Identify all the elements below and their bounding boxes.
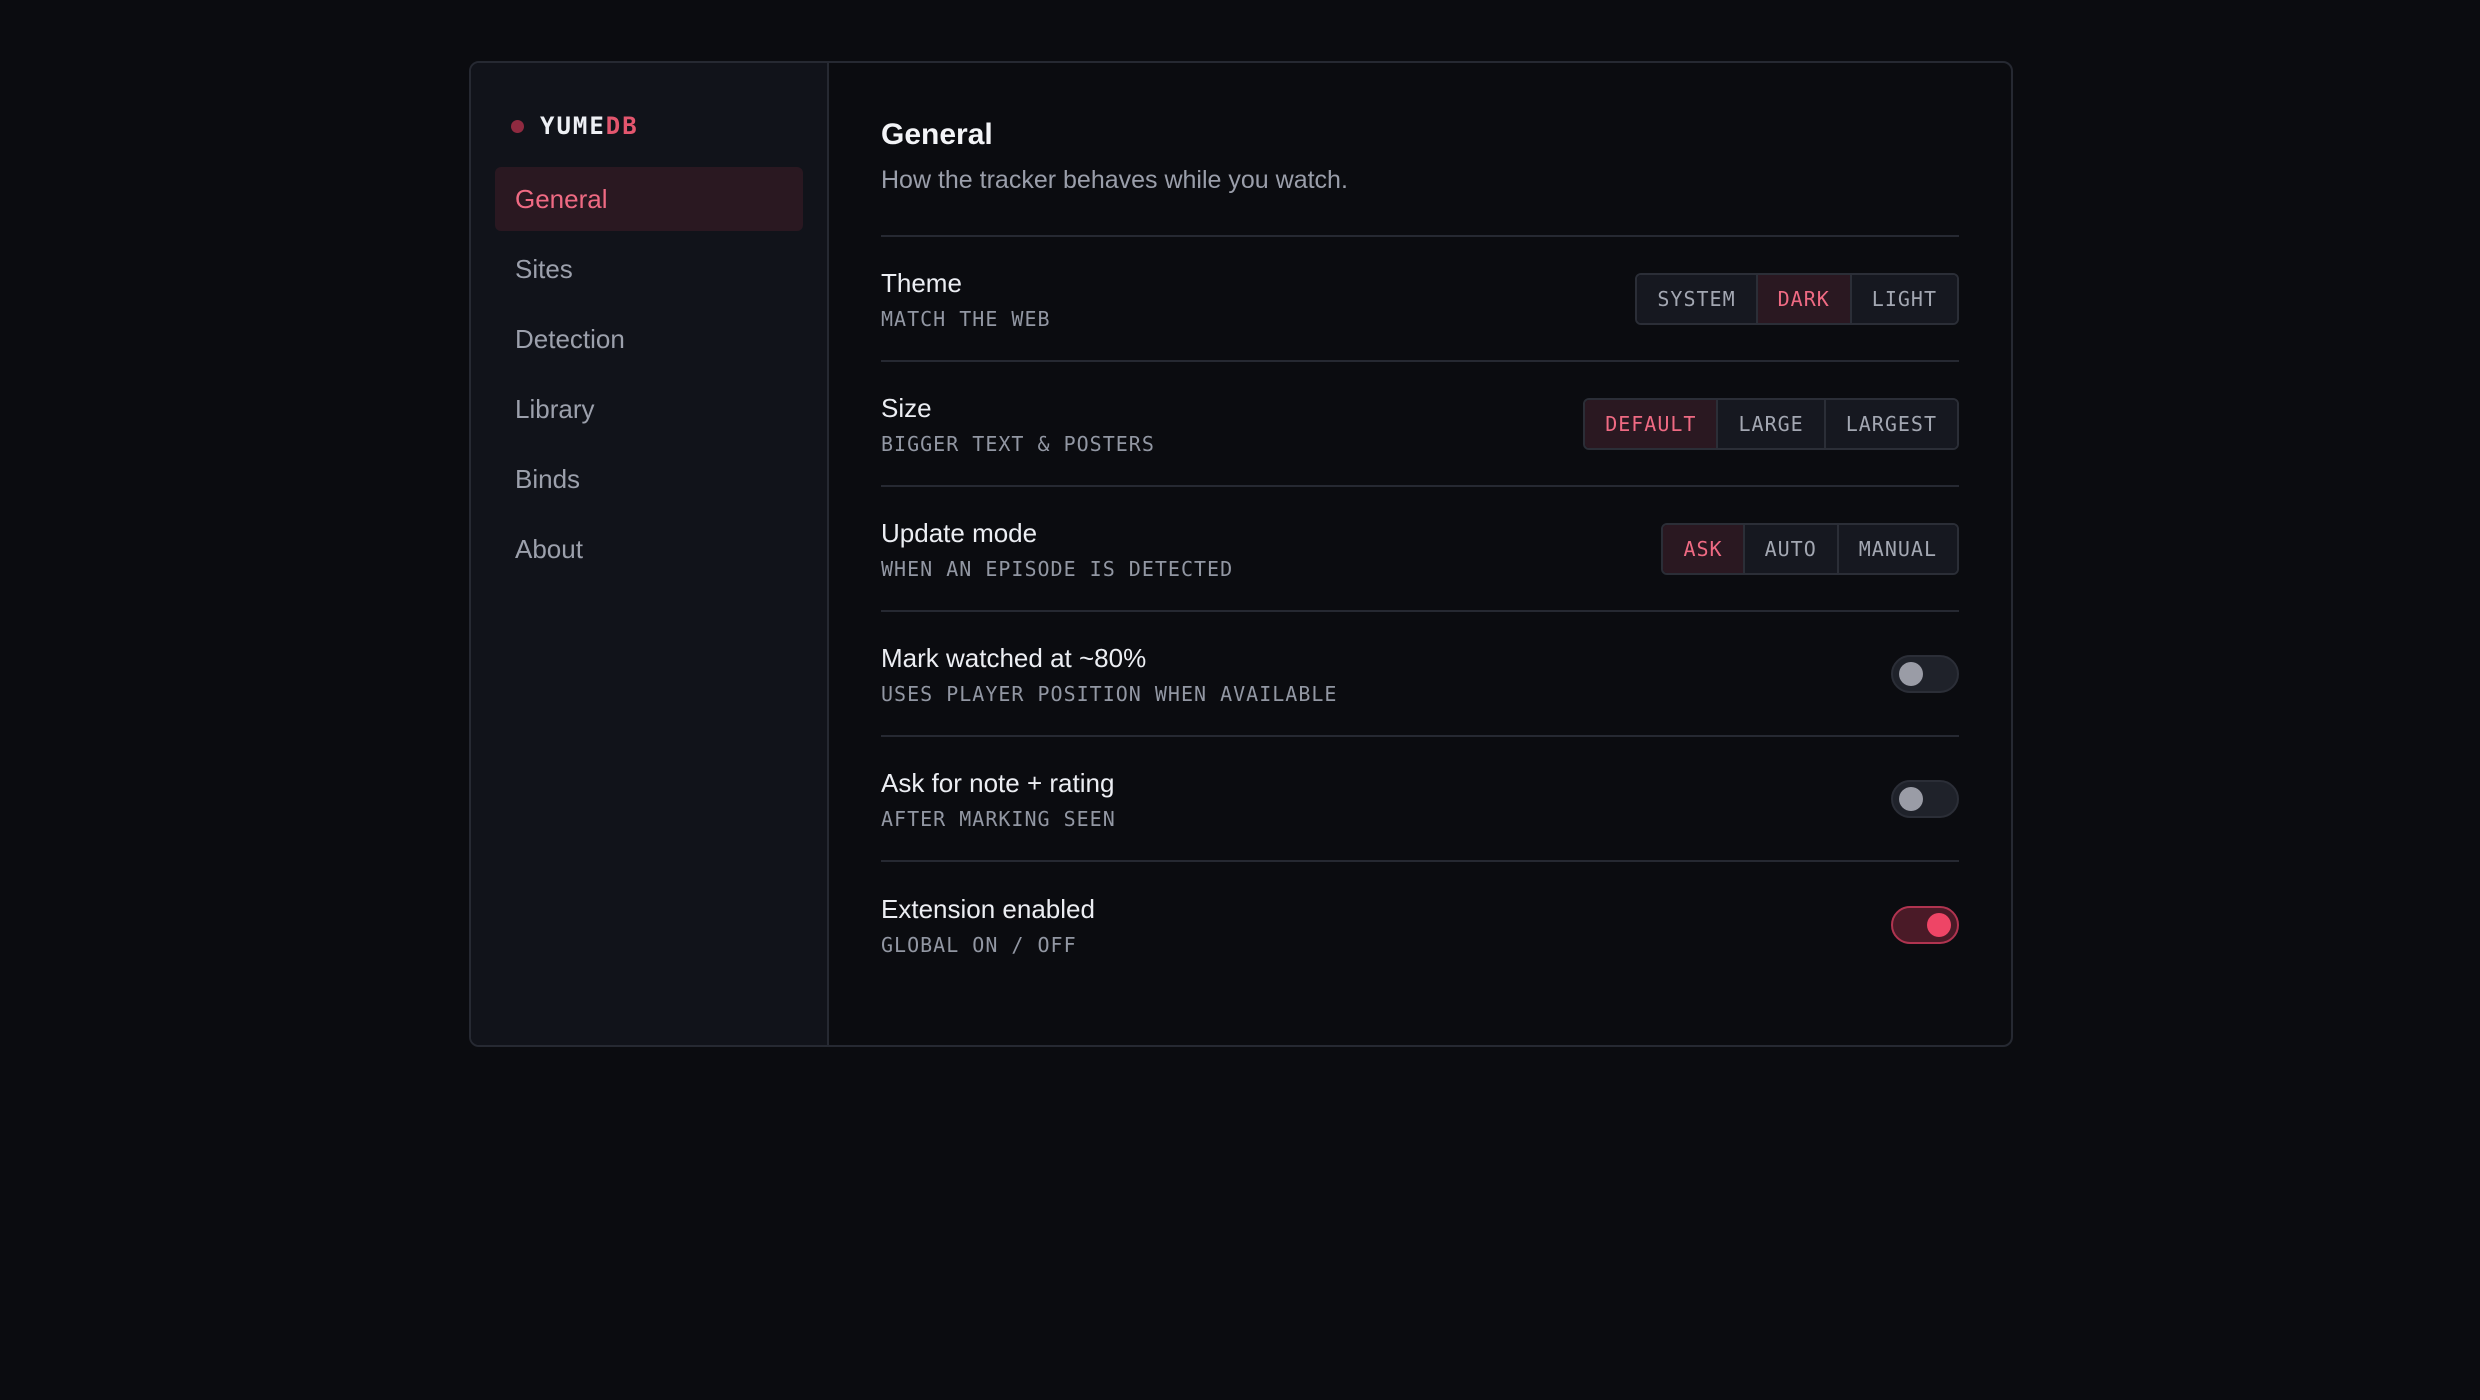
page-subtitle: How the tracker behaves while you watch. bbox=[881, 166, 1348, 194]
setting-row-theme: Theme MATCH THE WEB SYSTEM DARK LIGHT bbox=[881, 237, 1959, 362]
theme-option-system[interactable]: SYSTEM bbox=[1637, 274, 1756, 323]
setting-description: MATCH THE WEB bbox=[881, 306, 1051, 331]
sidebar-item-library[interactable]: Library bbox=[495, 377, 803, 441]
page-title: General bbox=[881, 118, 993, 151]
toggle-knob bbox=[1899, 786, 1923, 811]
size-segmented-control: DEFAULT LARGE LARGEST bbox=[1583, 397, 1959, 450]
update-mode-segmented-control: ASK AUTO MANUAL bbox=[1661, 522, 1959, 575]
toggle-knob bbox=[1927, 912, 1951, 937]
setting-row-extension-enabled: Extension enabled GLOBAL ON / OFF bbox=[881, 862, 1959, 987]
settings-panel: General How the tracker behaves while yo… bbox=[829, 63, 2011, 1045]
setting-title: Mark watched at ~80% bbox=[881, 642, 1147, 673]
size-option-largest[interactable]: LARGEST bbox=[1823, 399, 1957, 448]
extension-enabled-toggle[interactable] bbox=[1891, 905, 1959, 944]
size-option-default[interactable]: DEFAULT bbox=[1585, 399, 1717, 448]
size-option-large[interactable]: LARGE bbox=[1716, 399, 1824, 448]
sidebar-item-detection[interactable]: Detection bbox=[495, 307, 803, 371]
brand-name-accent: DB bbox=[605, 112, 639, 140]
update-mode-option-ask[interactable]: ASK bbox=[1663, 524, 1743, 573]
mark-watched-toggle[interactable] bbox=[1891, 654, 1959, 693]
setting-title: Theme bbox=[881, 267, 962, 298]
setting-row-update-mode: Update mode WHEN AN EPISODE IS DETECTED … bbox=[881, 487, 1959, 612]
setting-row-size: Size BIGGER TEXT & POSTERS DEFAULT LARGE… bbox=[881, 362, 1959, 487]
sidebar: YUMEDB General Sites Detection Library B… bbox=[471, 63, 829, 1045]
setting-title: Size bbox=[881, 392, 932, 423]
setting-title: Update mode bbox=[881, 517, 1038, 548]
sidebar-item-binds[interactable]: Binds bbox=[495, 447, 803, 511]
update-mode-option-manual[interactable]: MANUAL bbox=[1836, 524, 1957, 573]
ask-note-rating-toggle[interactable] bbox=[1891, 779, 1959, 818]
theme-segmented-control: SYSTEM DARK LIGHT bbox=[1635, 272, 1959, 325]
theme-option-dark[interactable]: DARK bbox=[1755, 274, 1850, 323]
setting-description: GLOBAL ON / OFF bbox=[881, 932, 1077, 957]
sidebar-item-about[interactable]: About bbox=[495, 517, 803, 581]
sidebar-item-sites[interactable]: Sites bbox=[495, 237, 803, 301]
setting-row-mark-watched: Mark watched at ~80% USES PLAYER POSITIO… bbox=[881, 612, 1959, 737]
setting-title: Extension enabled bbox=[881, 893, 1095, 924]
setting-description: WHEN AN EPISODE IS DETECTED bbox=[881, 556, 1234, 581]
setting-row-ask-note: Ask for note + rating AFTER MARKING SEEN bbox=[881, 737, 1959, 862]
settings-window: YUMEDB General Sites Detection Library B… bbox=[469, 61, 2013, 1047]
setting-description: BIGGER TEXT & POSTERS bbox=[881, 431, 1155, 456]
brand-name: YUMEDB bbox=[540, 112, 639, 140]
brand-name-main: YUME bbox=[540, 112, 606, 140]
sidebar-item-general[interactable]: General bbox=[495, 167, 803, 231]
brand-logo: YUMEDB bbox=[495, 99, 803, 153]
setting-title: Ask for note + rating bbox=[881, 767, 1115, 798]
setting-description: AFTER MARKING SEEN bbox=[881, 806, 1116, 831]
brand-dot-icon bbox=[511, 119, 524, 133]
setting-description: USES PLAYER POSITION WHEN AVAILABLE bbox=[881, 681, 1338, 706]
update-mode-option-auto[interactable]: AUTO bbox=[1742, 524, 1837, 573]
theme-option-light[interactable]: LIGHT bbox=[1849, 274, 1957, 323]
toggle-knob bbox=[1899, 661, 1923, 686]
sidebar-nav: General Sites Detection Library Binds Ab… bbox=[495, 167, 803, 581]
